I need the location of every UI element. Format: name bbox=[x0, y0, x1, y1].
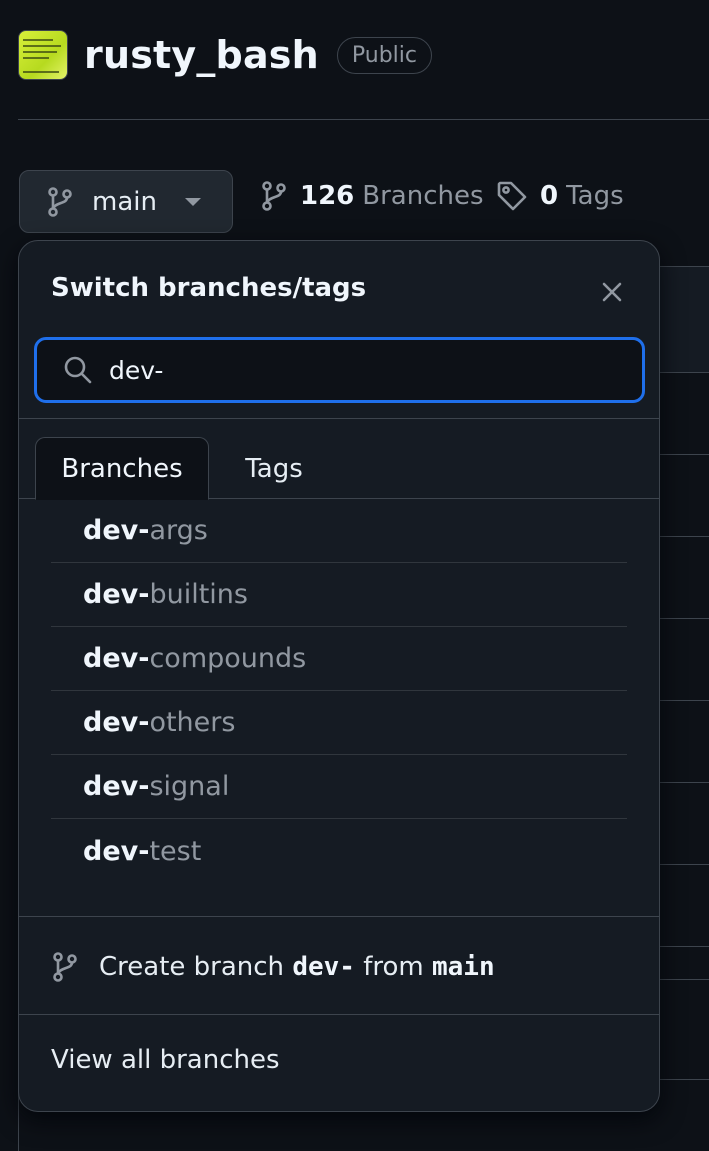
divider bbox=[19, 1014, 659, 1015]
source-branch-name: main bbox=[431, 952, 495, 982]
branch-item-dev-args[interactable]: dev-args bbox=[51, 499, 627, 563]
branch-match-text: dev- bbox=[83, 515, 150, 546]
new-branch-name: dev- bbox=[292, 952, 355, 982]
create-branch-middle: from bbox=[363, 952, 424, 982]
avatar[interactable] bbox=[18, 30, 68, 80]
tab-branches[interactable]: Branches bbox=[35, 437, 209, 500]
close-button[interactable] bbox=[595, 275, 629, 309]
create-branch-text: Create branch dev- from main bbox=[99, 952, 495, 982]
create-branch-button[interactable]: Create branch dev- from main bbox=[51, 941, 495, 993]
branch-rest-text: test bbox=[149, 835, 202, 867]
branch-rest-text: builtins bbox=[149, 579, 248, 610]
branch-match-text: dev- bbox=[83, 579, 150, 610]
branch-item-dev-signal[interactable]: dev-signal bbox=[51, 755, 627, 819]
branch-item-dev-others[interactable]: dev-others bbox=[51, 691, 627, 755]
branch-switcher-dropdown: Switch branches/tags Branches Tags bbox=[18, 240, 660, 1112]
tags-label: Tags bbox=[566, 181, 624, 211]
divider bbox=[19, 916, 659, 917]
tags-link[interactable]: 0 Tags bbox=[496, 180, 624, 212]
git-branch-icon bbox=[48, 186, 72, 217]
chevron-down-icon bbox=[184, 197, 201, 206]
branch-match-text: dev- bbox=[83, 771, 150, 802]
branch-search-input[interactable] bbox=[109, 355, 589, 385]
create-branch-prefix: Create branch bbox=[99, 952, 285, 982]
branch-item-dev-test[interactable]: dev-test bbox=[51, 819, 627, 883]
branch-match-text: dev- bbox=[83, 707, 150, 738]
branches-link[interactable]: 126 Branches bbox=[260, 180, 484, 212]
current-branch-label: main bbox=[92, 186, 157, 217]
branch-select-button[interactable]: main bbox=[19, 170, 233, 233]
git-branch-icon bbox=[53, 952, 77, 982]
branches-count: 126 bbox=[300, 181, 355, 211]
branch-rest-text: signal bbox=[149, 771, 230, 802]
branch-list: dev-args dev-builtins dev-compounds dev-… bbox=[51, 499, 627, 883]
tab-tags[interactable]: Tags bbox=[219, 437, 329, 500]
branch-item-dev-compounds[interactable]: dev-compounds bbox=[51, 627, 627, 691]
branch-rest-text: args bbox=[149, 515, 208, 546]
close-icon bbox=[602, 282, 622, 302]
branch-search-field[interactable] bbox=[34, 337, 645, 403]
divider bbox=[19, 418, 659, 419]
page: rusty_bash Public main 126 Branches 0 Ta… bbox=[0, 0, 709, 1151]
branch-rest-text: others bbox=[149, 707, 236, 738]
header-divider bbox=[18, 119, 709, 120]
view-all-branches-link[interactable]: View all branches bbox=[51, 1045, 280, 1075]
branch-rest-text: compounds bbox=[149, 643, 307, 674]
visibility-badge: Public bbox=[336, 36, 432, 74]
git-branch-icon bbox=[262, 181, 286, 211]
repo-header: rusty_bash Public bbox=[18, 30, 432, 80]
branches-label: Branches bbox=[362, 181, 484, 211]
repo-name[interactable]: rusty_bash bbox=[84, 33, 319, 77]
tags-count: 0 bbox=[540, 181, 559, 211]
search-icon bbox=[64, 356, 92, 384]
tag-icon bbox=[497, 181, 527, 211]
branch-match-text: dev- bbox=[83, 835, 150, 867]
tabs-bar: Branches Tags bbox=[19, 437, 659, 500]
dropdown-title: Switch branches/tags bbox=[51, 273, 367, 303]
branch-item-dev-builtins[interactable]: dev-builtins bbox=[51, 563, 627, 627]
branch-match-text: dev- bbox=[83, 643, 150, 674]
